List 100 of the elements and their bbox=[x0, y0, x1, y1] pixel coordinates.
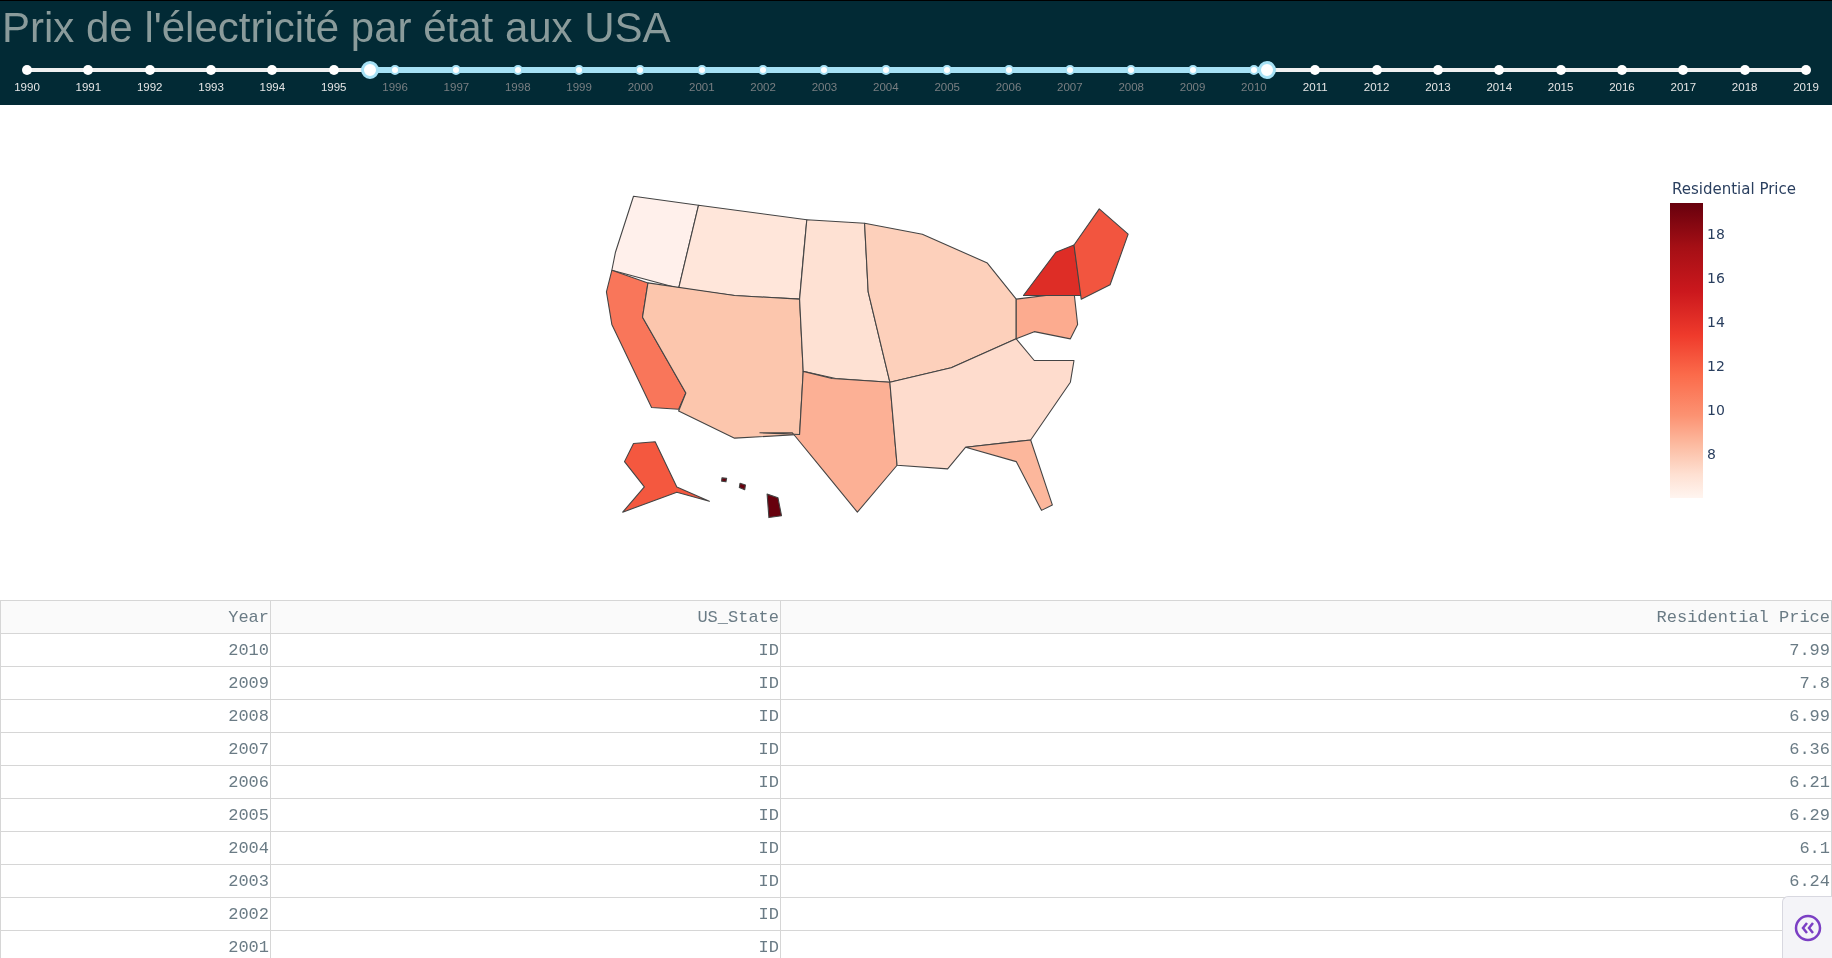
slider-mark[interactable] bbox=[1432, 65, 1443, 75]
year-label[interactable]: 1992 bbox=[136, 81, 163, 93]
table-cell: ID bbox=[758, 739, 779, 759]
year-label[interactable]: 2001 bbox=[689, 81, 715, 93]
slider-mark[interactable] bbox=[880, 65, 891, 75]
table-cell: 6.29 bbox=[1789, 805, 1830, 825]
table-cell: 6.1 bbox=[1799, 838, 1830, 858]
year-label[interactable]: 2010 bbox=[1241, 81, 1267, 93]
year-label[interactable]: 1994 bbox=[259, 81, 286, 93]
year-label[interactable]: 2014 bbox=[1486, 81, 1513, 93]
year-label[interactable]: 2018 bbox=[1731, 81, 1758, 93]
slider-handle[interactable] bbox=[361, 61, 380, 79]
year-label[interactable]: 2002 bbox=[750, 81, 776, 93]
slider-mark[interactable] bbox=[267, 65, 278, 75]
column-header[interactable]: Year bbox=[0, 600, 271, 634]
slider-mark[interactable] bbox=[512, 65, 523, 75]
year-label[interactable]: 2011 bbox=[1302, 81, 1328, 93]
table-cell: 2004 bbox=[228, 838, 269, 858]
slider-mark[interactable] bbox=[1126, 65, 1137, 75]
column-header[interactable]: US_State bbox=[270, 600, 781, 634]
slider-mark[interactable] bbox=[144, 65, 155, 75]
table-cell: 2008 bbox=[228, 706, 269, 726]
year-label[interactable]: 2012 bbox=[1363, 81, 1390, 93]
table-cell: 2003 bbox=[228, 871, 269, 891]
table-cell: ID bbox=[758, 805, 779, 825]
colorbar-title: Residential Price bbox=[1672, 180, 1796, 198]
slider-mark[interactable] bbox=[1187, 65, 1198, 75]
slider-mark[interactable] bbox=[1739, 65, 1750, 75]
year-label[interactable]: 2003 bbox=[811, 81, 838, 93]
year-label[interactable]: 1995 bbox=[320, 81, 347, 93]
table-cell: ID bbox=[758, 640, 779, 660]
year-label[interactable]: 2006 bbox=[995, 81, 1022, 93]
colorbar-tick: 18 bbox=[1707, 225, 1725, 244]
year-label[interactable]: 2016 bbox=[1609, 81, 1635, 93]
page-title: Prix de l'électricité par état aux USA bbox=[1, 3, 672, 53]
table-cell: 2007 bbox=[228, 739, 269, 759]
slider-mark[interactable] bbox=[451, 65, 462, 75]
slider-mark[interactable] bbox=[390, 65, 401, 75]
table-cell: 2001 bbox=[228, 937, 269, 957]
table-cell: 6.24 bbox=[1789, 871, 1830, 891]
year-label[interactable]: 2019 bbox=[1793, 81, 1819, 93]
slider-mark[interactable] bbox=[1003, 65, 1014, 75]
colorbar-tick: 12 bbox=[1707, 357, 1725, 376]
table-cell: 2005 bbox=[228, 805, 269, 825]
slider-mark[interactable] bbox=[942, 65, 953, 75]
table-cell: 2006 bbox=[228, 772, 269, 792]
table-cell: 7.99 bbox=[1789, 640, 1830, 660]
table-cell: 7.8 bbox=[1799, 673, 1830, 693]
year-label[interactable]: 1991 bbox=[75, 81, 102, 93]
slider-mark[interactable] bbox=[328, 65, 339, 75]
slider-mark[interactable] bbox=[574, 65, 585, 75]
slider-mark[interactable] bbox=[758, 65, 769, 75]
table-cell: ID bbox=[758, 706, 779, 726]
table-cell: 6.21 bbox=[1789, 772, 1830, 792]
slider-handle[interactable] bbox=[1257, 61, 1276, 79]
table-cell: 6.36 bbox=[1789, 739, 1830, 759]
year-label[interactable]: 1990 bbox=[14, 81, 40, 93]
year-label[interactable]: 2007 bbox=[1057, 81, 1083, 93]
year-label[interactable]: 2008 bbox=[1118, 81, 1144, 93]
slider-mark[interactable] bbox=[635, 65, 646, 75]
slider-mark[interactable] bbox=[1678, 65, 1689, 75]
slider-mark[interactable] bbox=[83, 65, 94, 75]
year-label[interactable]: 2017 bbox=[1670, 81, 1697, 93]
year-label[interactable]: 2013 bbox=[1425, 81, 1451, 93]
table-cell: ID bbox=[758, 937, 779, 957]
table-cell: 6.99 bbox=[1789, 706, 1830, 726]
year-label[interactable]: 1998 bbox=[504, 81, 531, 93]
year-label[interactable]: 2000 bbox=[627, 81, 654, 93]
year-label[interactable]: 2005 bbox=[934, 81, 960, 93]
slider-mark[interactable] bbox=[696, 65, 707, 75]
year-label[interactable]: 1999 bbox=[566, 81, 592, 93]
slider-mark[interactable] bbox=[206, 65, 217, 75]
table-cell: ID bbox=[758, 772, 779, 792]
slider-mark[interactable] bbox=[1801, 65, 1811, 75]
year-label[interactable]: 2015 bbox=[1547, 81, 1574, 93]
table-cell: ID bbox=[758, 673, 779, 693]
table-cell: ID bbox=[758, 904, 779, 924]
colorbar-tick: 16 bbox=[1707, 269, 1725, 288]
year-label[interactable]: 1996 bbox=[382, 81, 408, 93]
slider-mark[interactable] bbox=[22, 65, 32, 75]
table-cell: 2002 bbox=[228, 904, 269, 924]
slider-mark[interactable] bbox=[819, 65, 830, 75]
colorbar-tick: 10 bbox=[1707, 401, 1725, 420]
year-label[interactable]: 2004 bbox=[873, 81, 899, 93]
slider-mark[interactable] bbox=[1494, 65, 1505, 75]
collapse-button[interactable] bbox=[1782, 896, 1832, 958]
slider-mark[interactable] bbox=[1371, 65, 1382, 75]
table-cell: 2010 bbox=[228, 640, 269, 660]
year-label[interactable]: 2009 bbox=[1179, 81, 1206, 93]
colorbar-tick: 8 bbox=[1707, 445, 1717, 464]
table-cell: ID bbox=[758, 838, 779, 858]
column-header[interactable]: Residential Price bbox=[780, 600, 1832, 634]
year-label[interactable]: 1997 bbox=[443, 81, 470, 93]
slider-mark[interactable] bbox=[1555, 65, 1566, 75]
slider-mark[interactable] bbox=[1616, 65, 1627, 75]
table-cell: ID bbox=[758, 871, 779, 891]
colorbar-tick: 14 bbox=[1707, 313, 1725, 332]
year-label[interactable]: 1993 bbox=[198, 81, 224, 93]
slider-mark[interactable] bbox=[1310, 65, 1321, 75]
slider-mark[interactable] bbox=[1064, 65, 1075, 75]
